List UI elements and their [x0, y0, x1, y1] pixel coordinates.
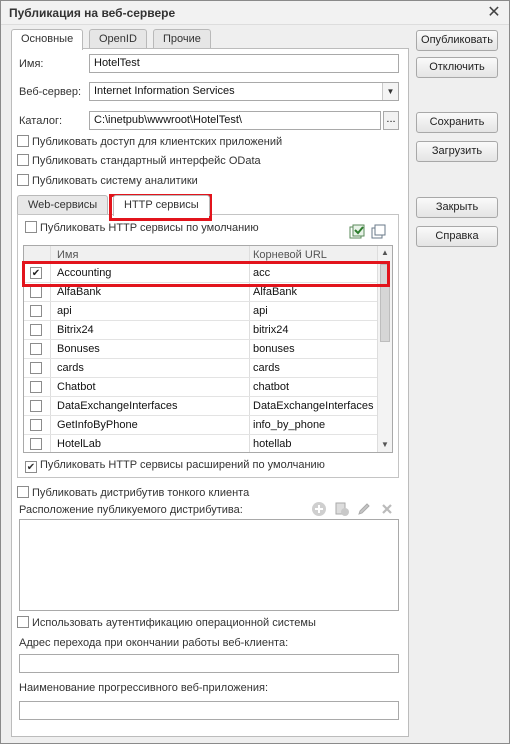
service-name-cell: api [57, 305, 72, 317]
copy-icon[interactable] [334, 501, 350, 517]
row-checkbox[interactable] [30, 400, 42, 412]
http-default-label: Публиковать HTTP сервисы по умолчанию [40, 222, 259, 234]
service-name-cell: DataExchangeInterfaces [57, 400, 178, 412]
publish-button[interactable]: Опубликовать [416, 30, 498, 51]
service-url-cell: AlfaBank [253, 286, 298, 298]
service-name-cell: Bitrix24 [57, 324, 94, 336]
checkbox-box[interactable] [17, 174, 29, 186]
table-row[interactable]: Chatbot chatbot [24, 378, 378, 397]
analytics-checkbox[interactable]: Публиковать систему аналитики [17, 174, 198, 187]
name-input[interactable]: HotelTest [89, 54, 399, 73]
row-checkbox[interactable] [30, 343, 42, 355]
server-value: Internet Information Services [94, 85, 235, 97]
service-name-cell: GetInfoByPhone [57, 419, 138, 431]
service-url-cell: bonuses [253, 343, 295, 355]
column-url-header[interactable]: Корневой URL [253, 249, 327, 261]
distributive-location-label: Расположение публикуемого дистрибутива: [19, 504, 243, 516]
checkbox-box[interactable]: ✔ [25, 461, 37, 473]
table-row[interactable]: api api [24, 302, 378, 321]
scroll-up-icon[interactable]: ▲ [378, 246, 392, 260]
row-highlight-box [22, 261, 390, 287]
table-row[interactable]: Bonuses bonuses [24, 340, 378, 359]
close-button[interactable]: Закрыть [416, 197, 498, 218]
tab-openid[interactable]: OpenID [89, 29, 147, 48]
row-checkbox[interactable] [30, 324, 42, 336]
window-title: Публикация на веб-сервере [9, 6, 176, 20]
checkbox-box[interactable] [17, 616, 29, 628]
analytics-label: Публиковать систему аналитики [32, 175, 198, 187]
odata-label: Публиковать стандартный интерфейс OData [32, 155, 261, 167]
uncheck-all-icon[interactable] [371, 224, 387, 240]
title-bar: Публикация на веб-сервере ✕ [1, 1, 509, 25]
table-row[interactable]: GetInfoByPhone info_by_phone [24, 416, 378, 435]
table-row[interactable]: DataExchangeInterfaces DataExchangeInterf… [24, 397, 378, 416]
name-label: Имя: [19, 58, 44, 70]
client-apps-checkbox[interactable]: Публиковать доступ для клиентских прилож… [17, 135, 282, 148]
distributive-location-list[interactable] [19, 519, 399, 611]
os-auth-label: Использовать аутентификацию операционной… [32, 617, 316, 629]
service-name-cell: Chatbot [57, 381, 96, 393]
http-extensions-checkbox[interactable]: ✔ Публиковать HTTP сервисы расширений по … [25, 459, 325, 473]
odata-checkbox[interactable]: Публиковать стандартный интерфейс OData [17, 154, 261, 167]
http-default-checkbox[interactable]: Публиковать HTTP сервисы по умолчанию [25, 221, 259, 234]
add-icon[interactable] [311, 501, 327, 517]
check-all-icon[interactable] [349, 224, 365, 240]
tab-web-services[interactable]: Web-сервисы [17, 195, 109, 214]
close-icon[interactable]: ✕ [485, 4, 503, 22]
publish-dialog: Публикация на веб-сервере ✕ Основные Ope… [0, 0, 510, 744]
service-url-cell: chatbot [253, 381, 290, 393]
server-label: Веб-сервер: [19, 86, 82, 98]
row-checkbox[interactable] [30, 286, 42, 298]
tab-http-services[interactable]: HTTP сервисы [113, 195, 210, 216]
checkbox-box[interactable] [17, 135, 29, 147]
help-button[interactable]: Справка [416, 226, 498, 247]
service-name-cell: AlfaBank [57, 286, 102, 298]
catalog-label: Каталог: [19, 115, 63, 127]
service-url-cell: api [253, 305, 268, 317]
checkbox-box[interactable] [17, 486, 29, 498]
row-checkbox[interactable] [30, 419, 42, 431]
row-checkbox[interactable] [30, 438, 42, 450]
checkbox-box[interactable] [25, 221, 37, 233]
load-button[interactable]: Загрузить [416, 141, 498, 162]
exit-url-input[interactable] [19, 654, 399, 673]
row-checkbox[interactable] [30, 381, 42, 393]
table-row[interactable]: HotelLab hotellab [24, 435, 378, 452]
row-checkbox[interactable] [30, 362, 42, 374]
chevron-down-icon[interactable]: ▼ [382, 83, 398, 100]
service-url-cell: bitrix24 [253, 324, 289, 336]
browse-button[interactable]: ... [383, 111, 399, 130]
server-select[interactable]: Internet Information Services ▼ [89, 82, 399, 101]
thin-client-checkbox[interactable]: Публиковать дистрибутив тонкого клиента [17, 486, 249, 499]
tab-other[interactable]: Прочие [153, 29, 211, 48]
delete-icon[interactable] [379, 501, 395, 517]
pwa-name-label: Наименование прогрессивного веб-приложен… [19, 682, 269, 694]
thin-client-label: Публиковать дистрибутив тонкого клиента [32, 487, 250, 499]
save-button[interactable]: Сохранить [416, 112, 498, 133]
service-url-cell: hotellab [253, 438, 292, 450]
os-auth-checkbox[interactable]: Использовать аутентификацию операционной… [17, 616, 316, 629]
service-name-cell: Bonuses [57, 343, 100, 355]
disable-button[interactable]: Отключить [416, 57, 498, 78]
service-name-cell: cards [57, 362, 84, 374]
scroll-down-icon[interactable]: ▼ [378, 438, 392, 452]
http-extensions-label: Публиковать HTTP сервисы расширений по у… [40, 459, 325, 471]
tab-main[interactable]: Основные [11, 29, 84, 50]
service-name-cell: HotelLab [57, 438, 102, 450]
service-url-cell: cards [253, 362, 280, 374]
pwa-name-input[interactable] [19, 701, 399, 720]
service-url-cell: info_by_phone [253, 419, 326, 431]
row-checkbox[interactable] [30, 305, 42, 317]
table-row[interactable]: cards cards [24, 359, 378, 378]
exit-url-label: Адрес перехода при окончании работы веб-… [19, 637, 289, 649]
client-apps-label: Публиковать доступ для клиентских прилож… [32, 136, 283, 148]
edit-icon[interactable] [356, 501, 372, 517]
checkbox-box[interactable] [17, 154, 29, 166]
column-name-header[interactable]: Имя [57, 249, 78, 261]
table-row[interactable]: Bitrix24 bitrix24 [24, 321, 378, 340]
catalog-input[interactable]: C:\inetpub\wwwroot\HotelTest\ [89, 111, 381, 130]
service-url-cell: DataExchangeInterfaces [253, 400, 374, 412]
